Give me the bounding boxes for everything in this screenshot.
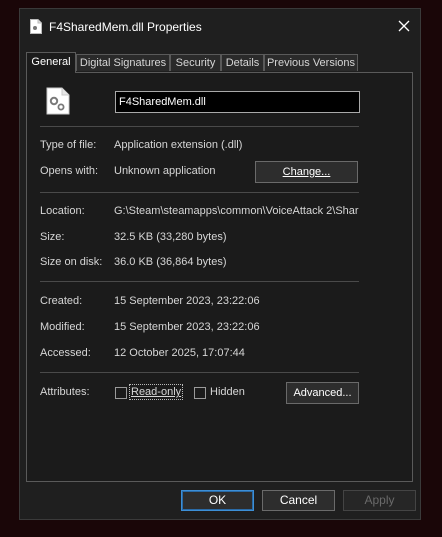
type-of-file-value: Application extension (.dll): [114, 139, 243, 151]
file-icon: [30, 19, 42, 34]
size-on-disk-label: Size on disk:: [40, 256, 103, 268]
hidden-checkbox[interactable]: [194, 387, 206, 399]
tab-security[interactable]: Security: [170, 54, 221, 71]
ok-button[interactable]: OK: [181, 490, 254, 511]
tab-general[interactable]: General: [26, 52, 76, 73]
opens-with-value: Unknown application: [114, 165, 216, 177]
read-only-label[interactable]: Read-only: [128, 384, 184, 400]
modified-label: Modified:: [40, 321, 85, 333]
separator: [40, 372, 359, 373]
type-of-file-label: Type of file:: [40, 139, 97, 151]
advanced-button[interactable]: Advanced...: [286, 382, 359, 404]
properties-dialog: F4SharedMem.dll Properties General Digit…: [19, 8, 421, 520]
close-button[interactable]: [388, 9, 420, 43]
location-value: G:\Steam\steamapps\common\VoiceAttack 2\…: [114, 205, 359, 217]
modified-value: 15 September 2023, 23:22:06: [114, 321, 260, 333]
size-label: Size:: [40, 231, 65, 243]
separator: [40, 126, 359, 127]
read-only-checkbox[interactable]: [115, 387, 127, 399]
dll-file-icon: [46, 87, 70, 115]
tab-digital-signatures[interactable]: Digital Signatures: [76, 54, 170, 71]
title-bar[interactable]: F4SharedMem.dll Properties: [20, 9, 420, 45]
close-icon: [398, 20, 410, 32]
cancel-button[interactable]: Cancel: [262, 490, 335, 511]
created-value: 15 September 2023, 23:22:06: [114, 295, 260, 307]
separator: [40, 281, 359, 282]
tab-previous-versions[interactable]: Previous Versions: [264, 54, 358, 71]
size-on-disk-value: 36.0 KB (36,864 bytes): [114, 256, 227, 268]
general-panel: Type of file: Application extension (.dl…: [26, 72, 413, 482]
hidden-label[interactable]: Hidden: [210, 386, 245, 398]
opens-with-label: Opens with:: [40, 165, 99, 177]
location-label: Location:: [40, 205, 85, 217]
apply-button[interactable]: Apply: [343, 490, 416, 511]
tab-details[interactable]: Details: [221, 54, 264, 71]
created-label: Created:: [40, 295, 83, 307]
size-value: 32.5 KB (33,280 bytes): [114, 231, 227, 243]
accessed-label: Accessed:: [40, 347, 91, 359]
window-title: F4SharedMem.dll Properties: [49, 20, 202, 34]
separator: [40, 192, 359, 193]
file-name-input[interactable]: [115, 91, 360, 113]
accessed-value: 12 October 2025, 17:07:44: [114, 347, 245, 359]
attributes-label: Attributes:: [40, 386, 90, 398]
change-button[interactable]: Change...: [255, 161, 358, 183]
